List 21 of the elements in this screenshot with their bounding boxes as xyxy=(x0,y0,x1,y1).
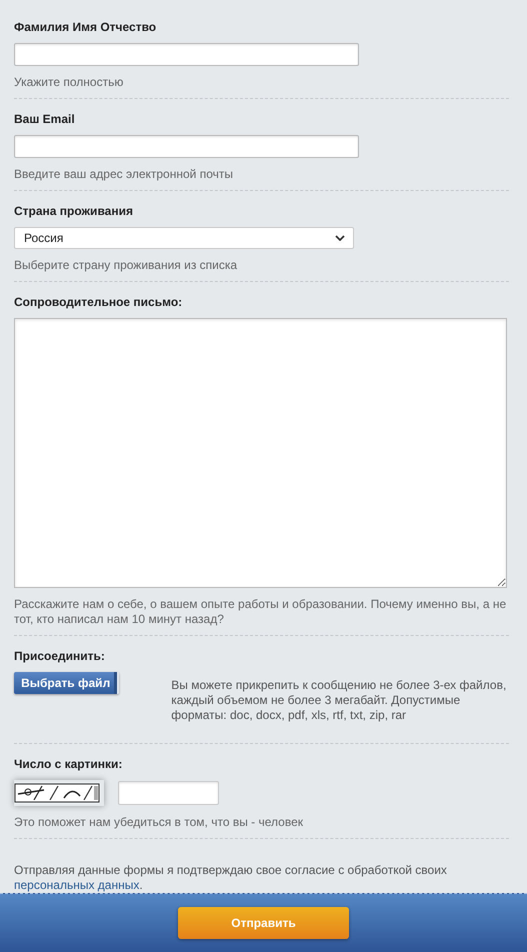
consent-text: Отправляя данные формы я подтверждаю свое согласие с обработкой своих персональных данных. xyxy=(14,863,448,893)
attachment-info: Вы можете прикрепить к сообщению не более 3-ех файлов, каждый объемом не более 3 мегабайт. Допустимые форматы: doc, docx, pdf, xls, rtf, txt, zip, rar xyxy=(171,678,508,723)
text-area[interactable] xyxy=(14,318,507,588)
field-label: Страна проживания xyxy=(14,204,134,218)
choose-file-button[interactable]: Выбрать файл xyxy=(14,672,120,694)
field-hint: Расскажите нам о себе, о вашем опыте работы и образовании. Почему именно вы, а не тот, кто написал нам 10 минут назад? xyxy=(14,597,508,627)
text-field[interactable] xyxy=(14,135,359,158)
text-field[interactable] xyxy=(14,43,359,66)
chevron-down-icon xyxy=(335,235,345,241)
personal-data-link[interactable]: персональных данных xyxy=(14,878,140,892)
field-label: Фамилия Имя Отчество xyxy=(14,20,158,34)
country-select[interactable]: Россия xyxy=(14,227,354,249)
field-hint: Выберите страну проживания из списка xyxy=(14,258,238,273)
field-label: Число с картинки: xyxy=(14,757,124,771)
field-label: Присоединить: xyxy=(14,649,106,663)
field-hint: Введите ваш адрес электронной почты xyxy=(14,167,234,182)
field-hint: Это поможет нам убедиться в том, что вы - человек xyxy=(14,815,304,830)
field-hint: Укажите полностью xyxy=(14,75,124,90)
captcha-field[interactable] xyxy=(118,781,219,805)
field-label: Сопроводительное письмо: xyxy=(14,295,184,309)
field-label: Ваш Email xyxy=(14,112,76,126)
